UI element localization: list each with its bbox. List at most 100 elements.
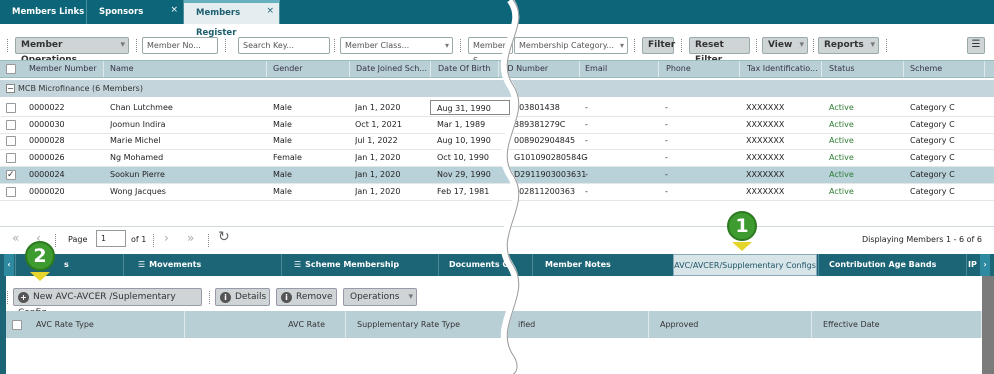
tab-label: s	[64, 260, 69, 269]
divider	[460, 39, 461, 52]
select-all-checkbox[interactable]	[12, 320, 22, 330]
close-icon[interactable]: ×	[266, 1, 274, 21]
member-grid-header: Member Number Name Gender Date Joined Sc…	[0, 60, 994, 89]
table-row[interactable]: 0000026 Ng Mohamed Female Jan 1, 2020 Oct 10…	[0, 150, 994, 168]
details-button[interactable]: i Details	[215, 288, 270, 306]
row-checkbox[interactable]	[6, 136, 16, 147]
pager: « ‹ Page 1 of 1 › » ↻ Displaying Members…	[0, 226, 994, 252]
reports-button[interactable]: Reports	[818, 37, 879, 54]
filter-button[interactable]: Filter	[642, 37, 675, 54]
cell-num: 0000020	[29, 186, 65, 196]
col-email[interactable]: Email	[580, 61, 659, 77]
list-icon: ☰	[294, 260, 302, 269]
col-supplementary-rate-type[interactable]: Supplementary Rate Type	[347, 311, 507, 338]
table-row[interactable]: 0000028 Marie Michel Male Jul 1, 2022 Aug 10…	[0, 133, 994, 151]
table-row[interactable]: 0000020 Wong Jacques Male Jan 1, 2020 Feb 17…	[0, 184, 994, 201]
next-page-icon[interactable]: ›	[164, 231, 169, 245]
table-row[interactable]: 0000022 Chan Lutchmee Male Jan 1, 2020 Aug 3…	[0, 100, 994, 117]
cell-email: -	[585, 119, 588, 129]
collapse-icon[interactable]: −	[6, 84, 15, 93]
button-label: Details	[235, 292, 267, 302]
row-checkbox[interactable]	[6, 186, 16, 197]
refresh-icon[interactable]: ↻	[218, 229, 230, 245]
scrollbar[interactable]	[982, 276, 994, 374]
col-avc-rate[interactable]: AVC Rate	[186, 311, 346, 338]
member-s-select[interactable]: Member S	[468, 37, 513, 65]
col-phone[interactable]: Phone	[661, 61, 740, 77]
placeholder: Search Key...	[243, 41, 295, 50]
tab-members-register[interactable]: Members Register ×	[184, 0, 280, 38]
detail-tab-bar: ‹ s ☰ Movements ☰ Scheme Membership Docume…	[0, 254, 994, 276]
cell-gender: Female	[273, 153, 302, 163]
view-button[interactable]: View	[762, 37, 808, 54]
col-date-of-birth[interactable]: Date Of Birth	[433, 61, 499, 77]
button-label: View	[768, 40, 793, 50]
remove-button[interactable]: i Remove	[276, 288, 337, 306]
membership-category-select[interactable]: Membership Category...	[514, 37, 628, 54]
tab-label: IP	[968, 260, 977, 269]
tab-documents[interactable]: Documents C	[438, 254, 532, 276]
cell-email: -	[585, 136, 588, 146]
member-class-select[interactable]: Member Class...	[340, 37, 453, 54]
cell-name: Marie Michel	[110, 136, 161, 146]
tab-contribution-age-bands[interactable]: Contribution Age Bands	[818, 254, 966, 276]
member-no-input[interactable]: Member No...	[142, 37, 218, 54]
last-page-icon[interactable]: »	[187, 231, 194, 245]
scroll-right-icon[interactable]: ›	[980, 254, 990, 276]
col-id-number[interactable]: ID Number	[500, 61, 580, 77]
search-key-input[interactable]: Search Key...	[238, 37, 330, 54]
row-checkbox[interactable]	[6, 153, 16, 164]
divider	[55, 234, 56, 247]
row-checkbox[interactable]: ✓	[6, 169, 16, 180]
col-name[interactable]: Name	[105, 61, 267, 77]
divider	[813, 39, 814, 52]
cell-dob[interactable]: Aug 31, 1990	[430, 100, 510, 115]
cell-scheme: Category C	[910, 186, 955, 196]
cell-status: Active	[829, 153, 854, 163]
cell-num: 0000026	[29, 153, 65, 163]
menu-icon[interactable]: ☰	[967, 37, 985, 54]
cell-tax: XXXXXXX	[746, 186, 785, 196]
table-row[interactable]: 0000030 Joomun Indira Male Oct 1, 2021 Mar 1…	[0, 117, 994, 134]
reset-filter-button[interactable]: Reset Filter	[689, 37, 750, 65]
cell-joined: Jan 1, 2020	[355, 186, 401, 196]
divider	[634, 39, 635, 52]
cell-phone: -	[665, 119, 668, 129]
cell-tax: XXXXXXX	[746, 119, 785, 129]
scroll-left-icon[interactable]: ‹	[4, 254, 14, 276]
col-approved[interactable]: Approved	[650, 311, 812, 338]
col-tax-id[interactable]: Tax Identificatio...	[742, 61, 822, 77]
cell-num: 0000028	[29, 136, 65, 146]
row-checkbox[interactable]	[6, 103, 16, 113]
row-checkbox[interactable]	[6, 119, 16, 130]
tab-scheme-membership[interactable]: ☰ Scheme Membership	[281, 254, 438, 276]
group-row[interactable]: − MCB Microfinance (6 Members)	[0, 80, 994, 97]
new-avc-config-button[interactable]: +New AVC-AVCER /Suplementary Config	[13, 288, 202, 318]
member-operations-button[interactable]: Member Operations	[15, 37, 129, 65]
tab-avc-configs[interactable]: AVC/AVCER/Supplementary Configs	[673, 254, 817, 276]
col-date-joined[interactable]: Date Joined Sch...	[351, 61, 431, 77]
col-member-number[interactable]: Member Number	[24, 61, 104, 77]
operations-button[interactable]: Operations	[343, 288, 417, 306]
col-status[interactable]: Status	[824, 61, 904, 77]
button-label: Operations	[350, 292, 400, 302]
col-avc-rate-type[interactable]: AVC Rate Type	[26, 311, 185, 338]
col-modified[interactable]: ified	[508, 311, 649, 338]
tab-ip[interactable]: IP	[966, 254, 980, 276]
first-page-icon[interactable]: «	[12, 231, 19, 245]
tab-label: Members Links	[12, 7, 85, 17]
table-row[interactable]: ✓ 0000024 Sookun Pierre Male Jan 1, 2020 Nov …	[0, 166, 994, 184]
col-effective-date[interactable]: Effective Date	[813, 311, 982, 338]
close-icon[interactable]: ×	[170, 0, 178, 22]
col-gender[interactable]: Gender	[268, 61, 350, 77]
tab-movements[interactable]: ☰ Movements	[123, 254, 281, 276]
tab-sponsors-register[interactable]: Sponsors Register ×	[87, 0, 184, 41]
col-scheme-member[interactable]: Scheme Member...	[905, 61, 985, 89]
tab-member-notes[interactable]: Member Notes	[532, 254, 672, 276]
placeholder: Membership Category...	[519, 41, 615, 50]
divider	[7, 39, 8, 52]
tab-members-links[interactable]: Members Links	[0, 0, 87, 24]
page-input[interactable]: 1	[96, 230, 126, 247]
plus-icon: +	[18, 292, 29, 303]
select-all-checkbox[interactable]	[6, 64, 16, 74]
